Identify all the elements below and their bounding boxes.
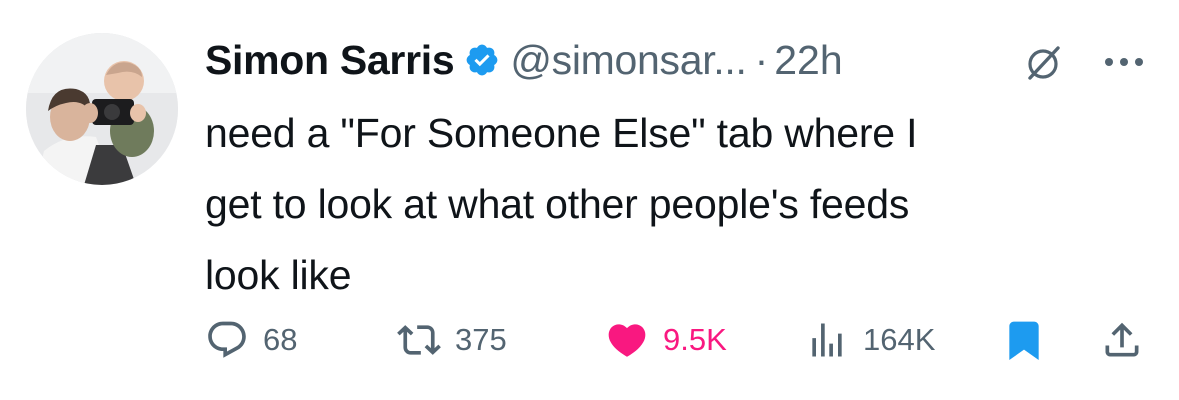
grok-icon[interactable] <box>1022 40 1066 84</box>
share-button[interactable] <box>1100 312 1144 368</box>
avatar-photo <box>26 33 178 185</box>
avatar[interactable] <box>26 33 178 185</box>
reply-count: 68 <box>263 322 298 357</box>
views-count: 164K <box>863 322 936 357</box>
views-icon <box>812 323 842 357</box>
tweet-text-line: get to look at what other people's feeds <box>205 181 910 227</box>
share-icon <box>1105 322 1139 357</box>
tweet-card[interactable]: Simon Sarris @simonsar... · 22h need a "… <box>0 0 1179 400</box>
author-handle[interactable]: @simonsar... <box>510 37 747 84</box>
retweet-button[interactable]: 375 <box>397 312 507 368</box>
reply-icon <box>208 321 246 358</box>
retweet-icon <box>397 325 441 355</box>
tweet-header: Simon Sarris @simonsar... · 22h <box>205 30 843 90</box>
tweet-timestamp[interactable]: 22h <box>774 37 842 84</box>
author-display-name[interactable]: Simon Sarris <box>205 37 455 84</box>
heart-icon <box>608 324 646 357</box>
verified-badge-icon[interactable] <box>464 42 500 78</box>
retweet-count: 375 <box>455 322 507 357</box>
tweet-text: need a "For Someone Else" tab where I ge… <box>205 98 1145 311</box>
bookmark-button[interactable] <box>1002 312 1046 368</box>
more-options-icon[interactable] <box>1100 40 1148 84</box>
separator-dot: · <box>754 36 769 83</box>
like-button[interactable]: 9.5K <box>605 312 727 368</box>
bookmark-icon <box>1009 321 1039 361</box>
views-button[interactable]: 164K <box>805 312 935 368</box>
reply-button[interactable]: 68 <box>205 312 297 368</box>
like-count: 9.5K <box>663 322 727 357</box>
tweet-text-line: look like <box>205 252 352 298</box>
tweet-text-line: need a "For Someone Else" tab where I <box>205 110 918 156</box>
tweet-actions: 68 375 9.5K 164K <box>205 312 1155 368</box>
